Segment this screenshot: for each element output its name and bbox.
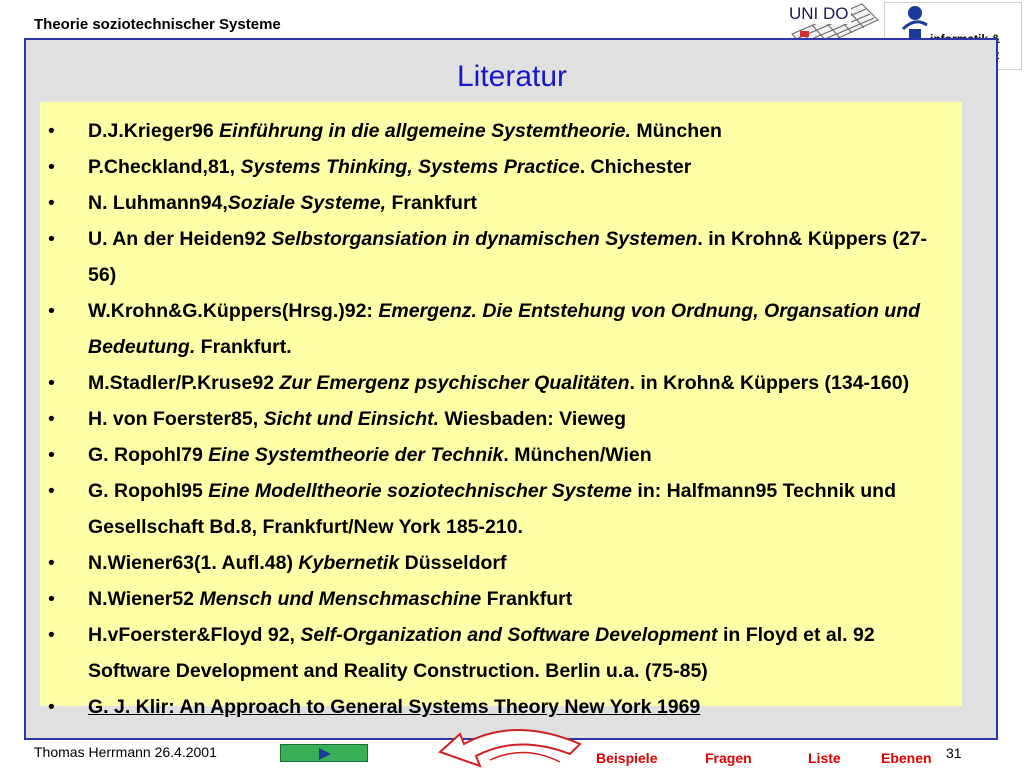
ref-title: Soziale Systeme, bbox=[227, 192, 387, 214]
reference-item: H. von Foerster85, Sicht und Einsicht. W… bbox=[40, 401, 962, 437]
nav-link-ebenen[interactable]: Ebenen bbox=[881, 750, 932, 766]
ref-title: Kybernetik bbox=[298, 552, 400, 574]
reference-item: N. Luhmann94,Soziale Systeme, Frankfurt bbox=[40, 185, 962, 221]
nav-link-beispiele[interactable]: Beispiele bbox=[596, 750, 657, 766]
nav-link-fragen[interactable]: Fragen bbox=[705, 750, 752, 766]
ref-publication: Wiesbaden: Vieweg bbox=[439, 408, 627, 430]
ref-author: H. von Foerster85, bbox=[88, 408, 264, 430]
ref-publication: Frankfurt bbox=[386, 192, 478, 214]
reference-list: D.J.Krieger96 Einführung in die allgemei… bbox=[40, 113, 962, 725]
ref-title: Mensch und Menschmaschine bbox=[199, 588, 482, 610]
ref-title: Self-Organization and Software Developme… bbox=[300, 624, 718, 646]
ref-publication: München bbox=[630, 120, 722, 142]
reference-item: W.Krohn&G.Küppers(Hrsg.)92: Emergenz. Di… bbox=[40, 293, 962, 365]
ref-author: N.Wiener52 bbox=[88, 588, 200, 610]
reference-item: M.Stadler/P.Kruse92 Zur Emergenz psychis… bbox=[40, 365, 962, 401]
page-number: 31 bbox=[946, 745, 962, 761]
ref-title: Eine Modelltheorie soziotechnischer Syst… bbox=[208, 480, 632, 502]
reference-item: N.Wiener52 Mensch und Menschmaschine Fra… bbox=[40, 581, 962, 617]
uni-do-logo-text: UNI DO bbox=[787, 4, 851, 24]
ref-author: G. Ropohl79 bbox=[88, 444, 209, 466]
ref-author: G. Ropohl95 bbox=[88, 480, 209, 502]
swirl-arrow-icon bbox=[438, 729, 582, 768]
ref-author: N.Wiener63(1. Aufl.48) bbox=[88, 552, 299, 574]
footer-author: Thomas Herrmann 26.4.2001 bbox=[34, 744, 217, 760]
ref-title: Selbstorgansiation in dynamischen System… bbox=[271, 228, 698, 250]
reference-item: H.vFoerster&Floyd 92, Self-Organization … bbox=[40, 617, 962, 689]
ref-author: U. An der Heiden92 bbox=[88, 228, 272, 250]
ref-publication: Frankfurt bbox=[481, 588, 573, 610]
ref-author: P.Checkland,81, bbox=[88, 156, 241, 178]
ref-author: M.Stadler/P.Kruse92 bbox=[88, 372, 280, 394]
ref-author: G. J. Klir: An Approach to General Syste… bbox=[88, 696, 701, 718]
ref-author: N. Luhmann94, bbox=[88, 192, 228, 214]
ref-title: Systems Thinking, Systems Practice bbox=[240, 156, 580, 178]
nav-link-liste[interactable]: Liste bbox=[808, 750, 841, 766]
ref-publication: Frankfurt. bbox=[195, 336, 292, 358]
play-arrow-icon bbox=[319, 748, 331, 760]
reference-item: G. Ropohl79 Eine Systemtheorie der Techn… bbox=[40, 437, 962, 473]
slide-title: Literatur bbox=[456, 60, 568, 93]
reference-item: N.Wiener63(1. Aufl.48) Kybernetik Düssel… bbox=[40, 545, 962, 581]
reference-item: D.J.Krieger96 Einführung in die allgemei… bbox=[40, 113, 962, 149]
reference-item: P.Checkland,81, Systems Thinking, System… bbox=[40, 149, 962, 185]
ref-author: D.J.Krieger96 bbox=[88, 120, 220, 142]
next-slide-button[interactable] bbox=[280, 744, 368, 762]
ref-publication: . Chichester bbox=[579, 156, 692, 178]
reference-item: G. Ropohl95 Eine Modelltheorie soziotech… bbox=[40, 473, 962, 545]
ref-title: Einführung in die allgemeine Systemtheor… bbox=[219, 120, 631, 142]
ref-title: Zur Emergenz psychischer Qualitäten bbox=[279, 372, 630, 394]
ref-title: Eine Systemtheorie der Technik bbox=[208, 444, 504, 466]
ref-author: W.Krohn&G.Küppers(Hrsg.)92: bbox=[88, 300, 379, 322]
ref-publication: . in Krohn& Küppers (134-160) bbox=[629, 372, 910, 394]
reference-item: U. An der Heiden92 Selbstorgansiation in… bbox=[40, 221, 962, 293]
presentation-title: Theorie soziotechnischer Systeme bbox=[34, 16, 281, 33]
ref-publication: Düsseldorf bbox=[399, 552, 507, 574]
ref-author: H.vFoerster&Floyd 92, bbox=[88, 624, 301, 646]
ref-publication: . München/Wien bbox=[503, 444, 652, 466]
ref-title: Sicht und Einsicht. bbox=[263, 408, 440, 430]
